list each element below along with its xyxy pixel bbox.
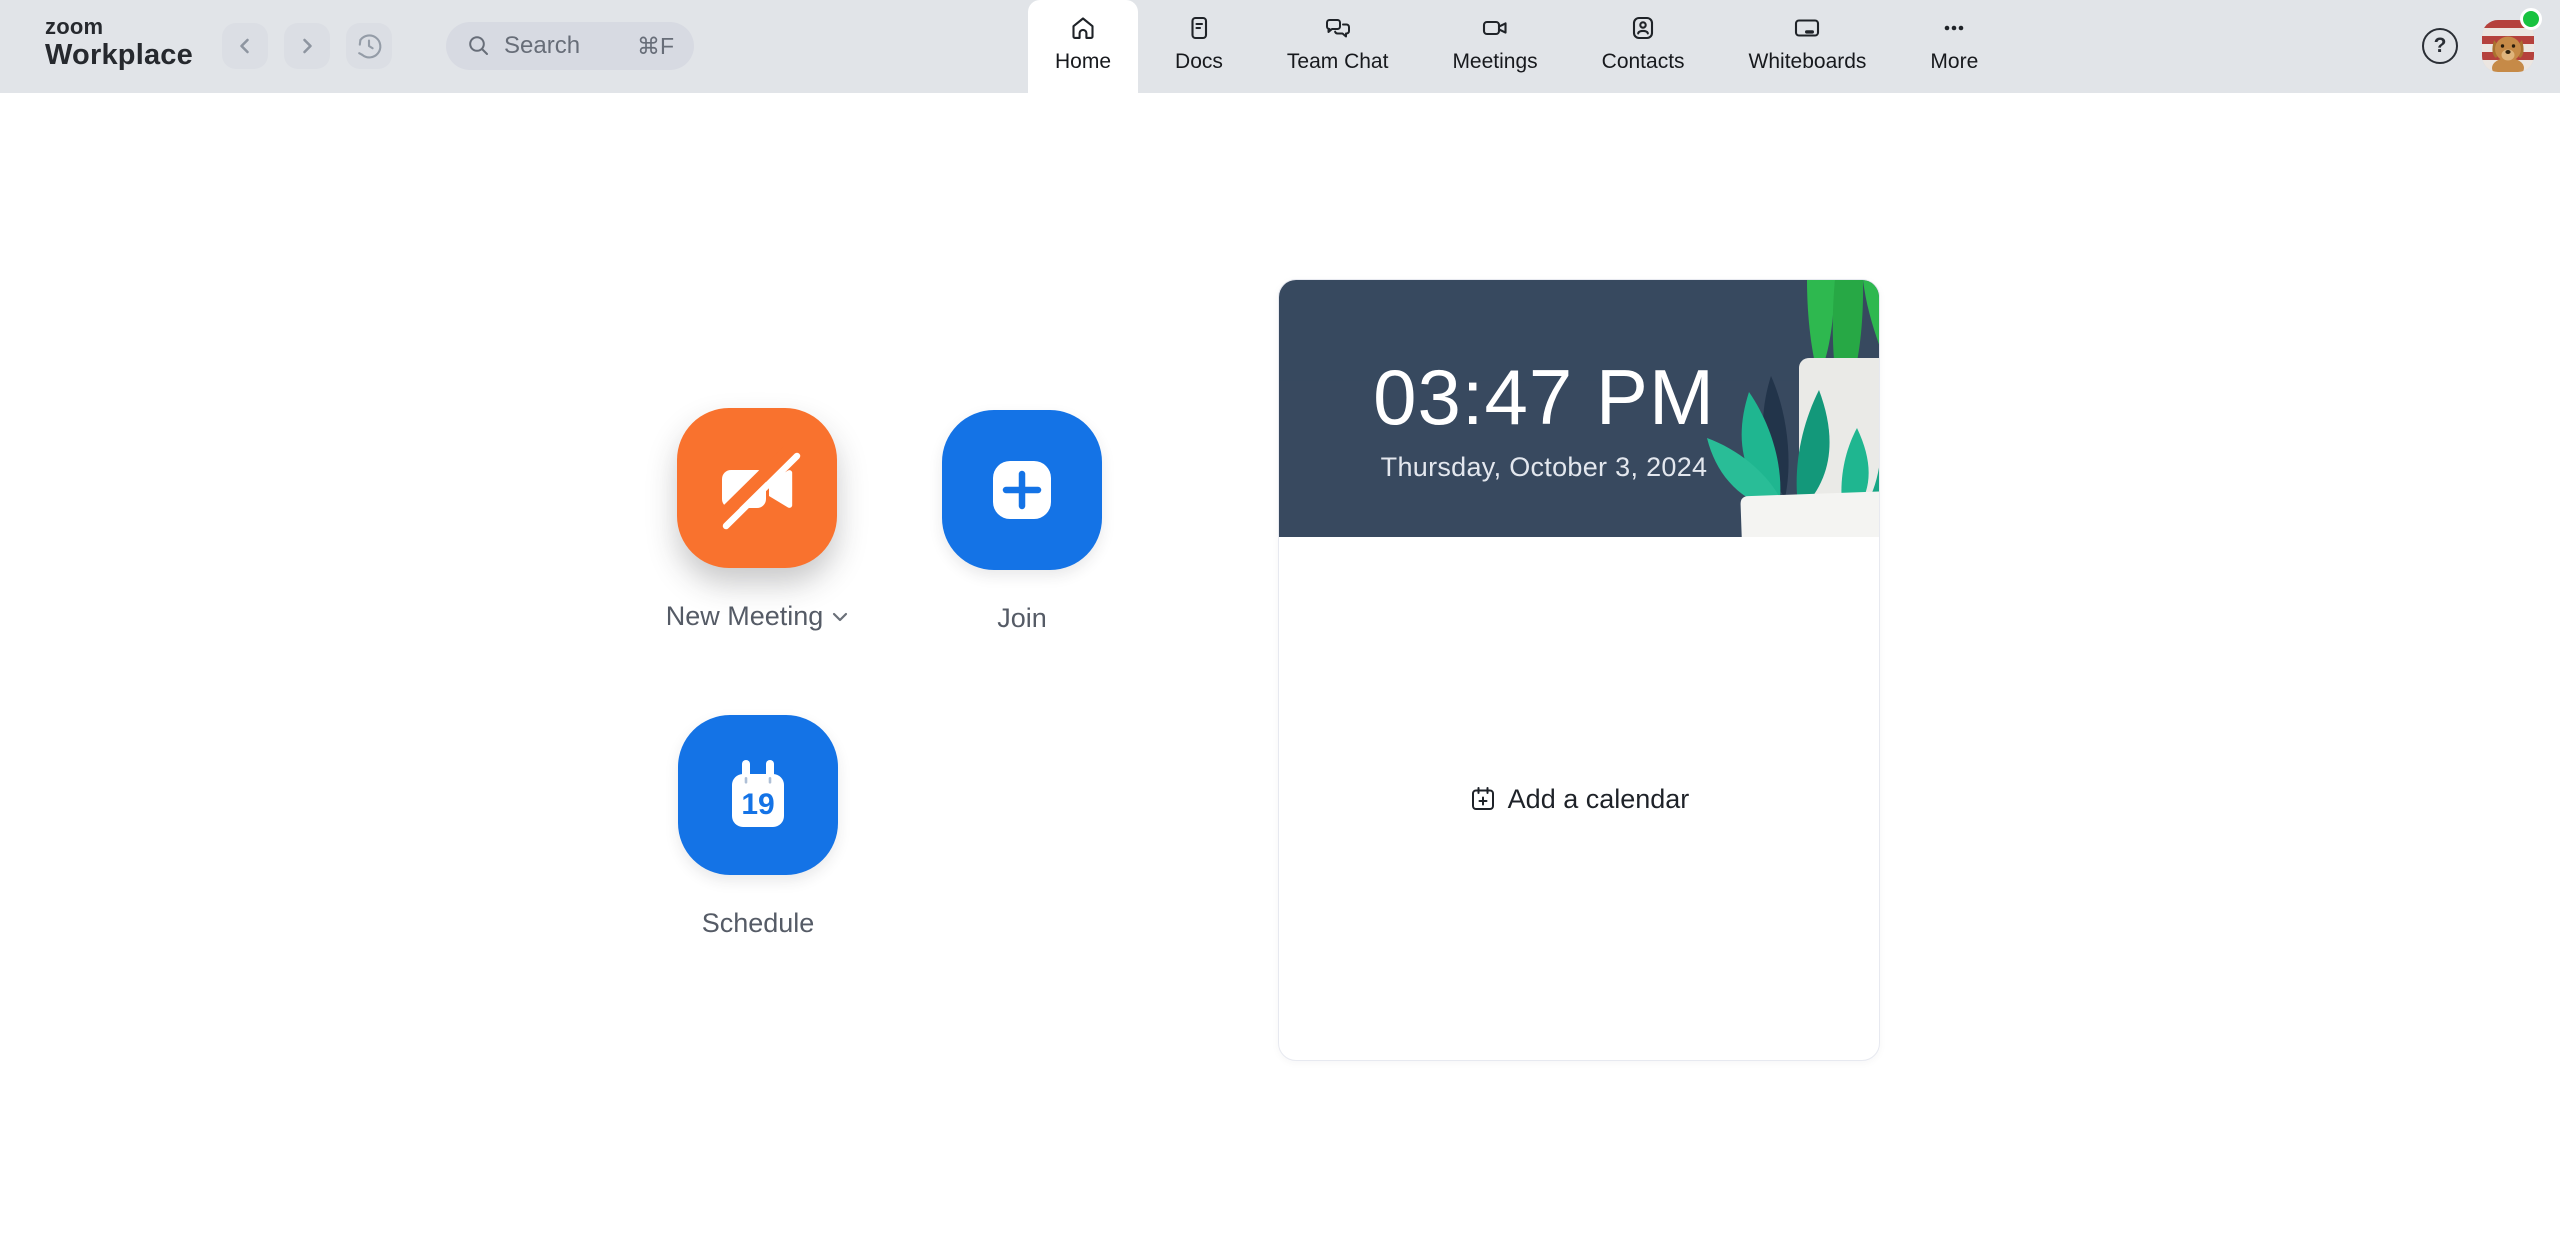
tab-contacts[interactable]: Contacts [1575, 0, 1712, 93]
clock-date: Thursday, October 3, 2024 [1380, 452, 1708, 482]
tab-team-chat-label: Team Chat [1286, 50, 1389, 73]
calendar-19-icon: 19 [732, 760, 784, 827]
contacts-icon [1629, 13, 1657, 43]
new-meeting-label-row[interactable]: New Meeting [647, 601, 867, 632]
logo-zoom-text: zoom [45, 14, 104, 39]
back-button[interactable] [222, 23, 268, 69]
tab-meetings[interactable]: Meetings [1425, 0, 1564, 93]
home-icon [1069, 13, 1097, 43]
add-calendar-button[interactable]: Add a calendar [1469, 783, 1690, 815]
new-meeting-button[interactable] [677, 408, 837, 568]
chevron-right-icon [303, 38, 312, 54]
tab-home-label: Home [1055, 50, 1112, 73]
schedule-label-row[interactable]: Schedule [648, 908, 868, 939]
presence-status-dot [2520, 8, 2542, 30]
chevron-down-icon[interactable] [832, 612, 848, 622]
join-label-row[interactable]: Join [912, 603, 1132, 634]
video-camera-off-icon [712, 446, 801, 530]
more-ellipsis-icon [1940, 13, 1968, 43]
search-icon [469, 36, 488, 55]
calendar-card: 03:47 PM Thursday, October 3, 2024 Add a… [1278, 279, 1880, 1061]
tab-team-chat[interactable]: Team Chat [1260, 0, 1416, 93]
calendar-day-number: 19 [741, 788, 774, 821]
docs-icon [1185, 13, 1213, 43]
tab-contacts-label: Contacts [1601, 50, 1685, 73]
schedule-action: 19 Schedule [648, 715, 868, 939]
tab-meetings-label: Meetings [1452, 50, 1538, 73]
zoom-workplace-logo: zoom Workplace [45, 16, 193, 70]
join-button[interactable] [942, 410, 1102, 570]
tab-docs[interactable]: Docs [1148, 0, 1250, 93]
help-button[interactable]: ? [2420, 26, 2460, 66]
schedule-label: Schedule [701, 908, 815, 938]
chevron-left-icon [240, 38, 249, 54]
tab-more-label: More [1930, 50, 1979, 73]
recents-button[interactable] [346, 23, 392, 69]
search-input[interactable] [502, 31, 627, 61]
history-nav-buttons [222, 23, 392, 69]
join-label: Join [997, 603, 1047, 633]
tab-docs-label: Docs [1175, 50, 1223, 73]
tab-more[interactable]: More [1903, 0, 2005, 93]
question-mark-icon: ? [2422, 28, 2458, 64]
add-calendar-label: Add a calendar [1507, 783, 1690, 814]
clock-hero-image: 03:47 PM Thursday, October 3, 2024 [1279, 280, 1879, 537]
new-meeting-action: New Meeting [647, 408, 867, 632]
main-tabs: Home Docs Team Chat Meetings Contacts Wh… [1028, 0, 2005, 93]
whiteboards-icon [1792, 13, 1822, 43]
forward-button[interactable] [284, 23, 330, 69]
tab-whiteboards-label: Whiteboards [1748, 50, 1867, 73]
logo-workplace-text: Workplace [45, 39, 193, 71]
schedule-button[interactable]: 19 [678, 715, 838, 875]
meetings-video-icon [1480, 13, 1510, 43]
history-clock-icon [358, 34, 382, 59]
search-shortcut-hint: ⌘F [636, 32, 674, 59]
calendar-plus-icon [1471, 787, 1494, 810]
team-chat-icon [1323, 13, 1353, 43]
calendar-card-body: Add a calendar [1279, 537, 1879, 1061]
plus-icon [993, 461, 1051, 519]
new-meeting-label: New Meeting [665, 601, 824, 631]
top-bar: zoom Workplace ⌘F [0, 0, 2560, 93]
search-bar[interactable]: ⌘F [446, 22, 694, 70]
tab-home[interactable]: Home [1028, 0, 1139, 93]
clock-time: 03:47 PM [1373, 353, 1715, 441]
join-action: Join [912, 410, 1132, 634]
tab-whiteboards[interactable]: Whiteboards [1722, 0, 1894, 93]
